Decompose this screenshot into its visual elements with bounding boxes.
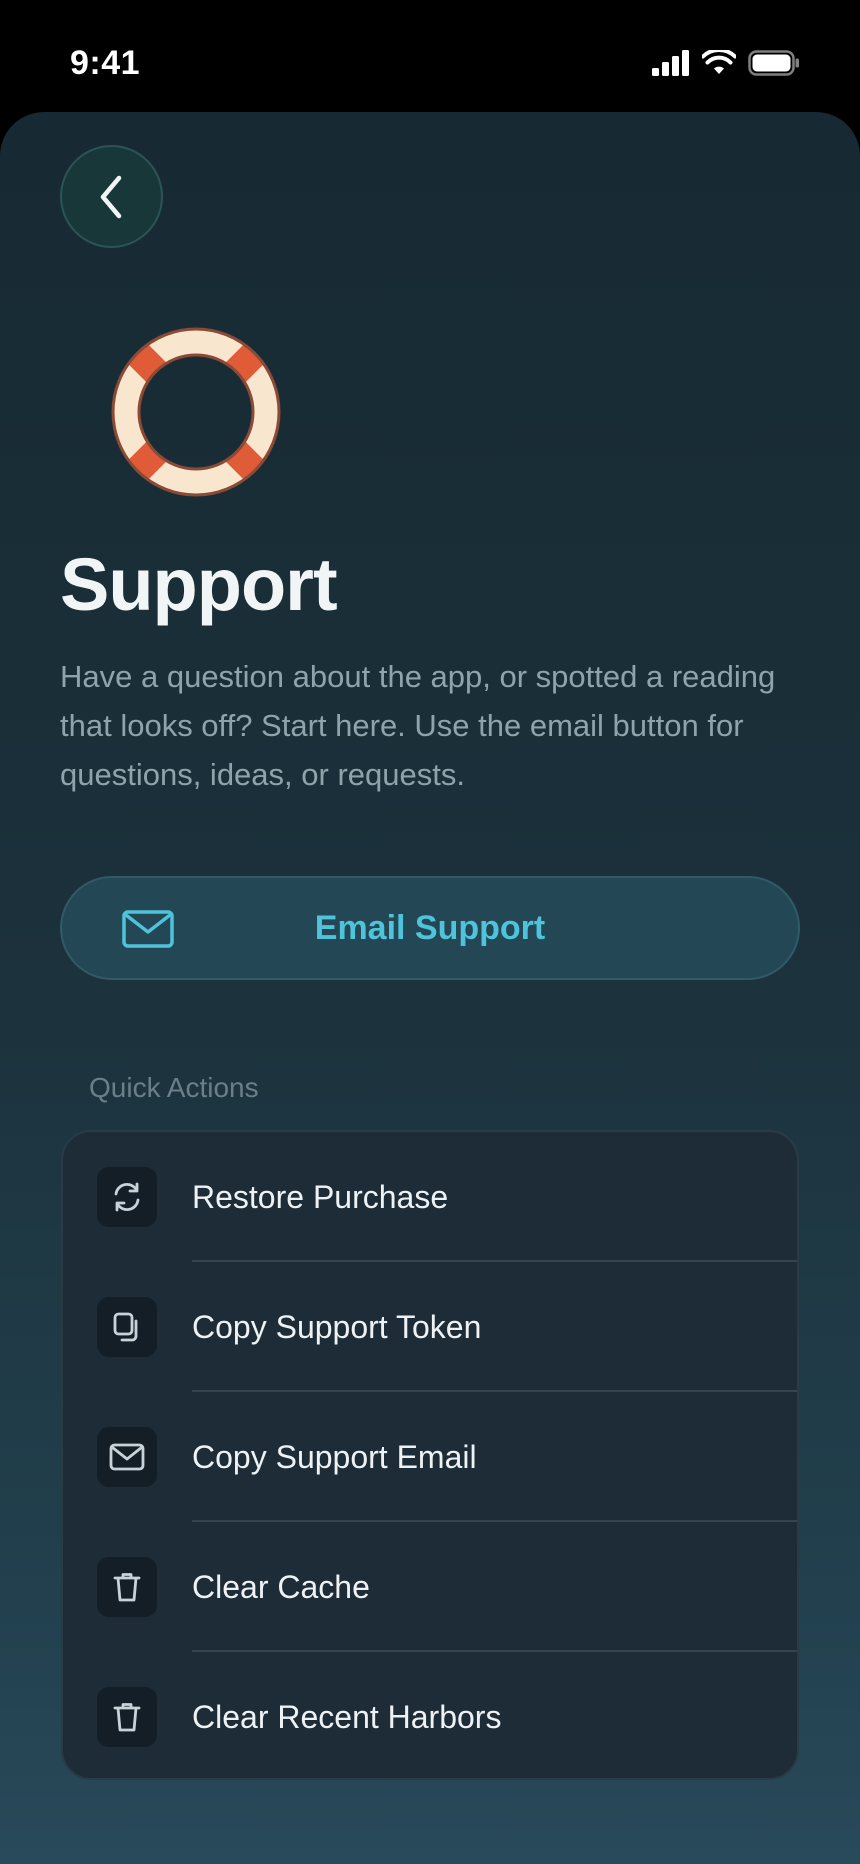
battery-icon	[748, 50, 799, 76]
page-description: Have a question about the app, or spotte…	[60, 659, 776, 792]
email-support-button[interactable]: Email Support	[60, 876, 800, 980]
signal-icon	[652, 50, 689, 76]
support-sheet: Support Have a question about the app, o…	[0, 112, 860, 1864]
restore-purchase-row[interactable]: Restore Purchase	[63, 1132, 797, 1262]
copy-support-token-row[interactable]: Copy Support Token	[63, 1262, 797, 1392]
back-button[interactable]	[60, 145, 163, 248]
copy-support-email-label: Copy Support Email	[192, 1438, 477, 1475]
email-support-label: Email Support	[314, 908, 546, 947]
wifi-icon	[702, 50, 736, 74]
refresh-icon	[97, 1167, 157, 1227]
page-title: Support	[60, 543, 338, 626]
life-ring-icon	[111, 327, 281, 497]
trash-icon	[97, 1557, 157, 1617]
chevron-left-icon	[100, 175, 121, 218]
mail-icon	[97, 1427, 157, 1487]
clear-cache-row[interactable]: Clear Cache	[63, 1522, 797, 1652]
status-time: 9:41	[70, 44, 141, 82]
clear-cache-label: Clear Cache	[192, 1568, 370, 1605]
status-icons	[652, 50, 800, 76]
clear-recent-harbors-row[interactable]: Clear Recent Harbors	[63, 1652, 797, 1778]
clear-recent-harbors-label: Clear Recent Harbors	[192, 1698, 502, 1735]
status-bar: 9:41	[0, 0, 860, 112]
copy-icon	[97, 1297, 157, 1357]
restore-purchase-label: Restore Purchase	[192, 1178, 449, 1215]
quick-actions-card: Restore Purchase Copy Support Token Copy…	[61, 1130, 799, 1780]
copy-support-email-row[interactable]: Copy Support Email	[63, 1392, 797, 1522]
copy-support-token-label: Copy Support Token	[192, 1308, 482, 1345]
trash-icon	[97, 1687, 157, 1747]
quick-actions-heading: Quick Actions	[89, 1072, 259, 1103]
